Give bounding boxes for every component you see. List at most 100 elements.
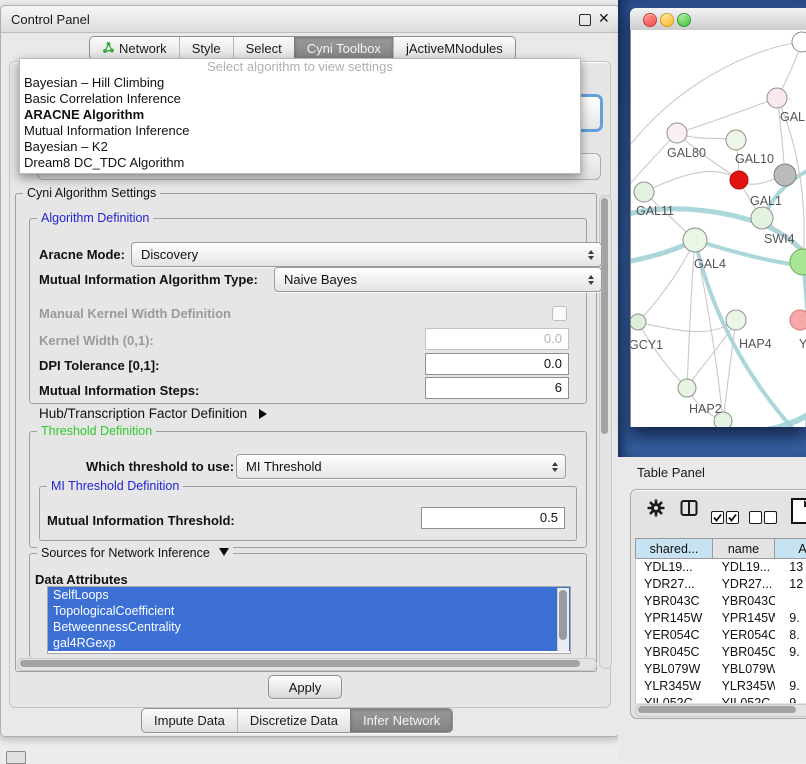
scrollbar-thumb[interactable] bbox=[559, 590, 567, 640]
gear-icon[interactable] bbox=[647, 499, 665, 522]
settings-horizontal-scrollbar[interactable] bbox=[17, 658, 597, 671]
attribute-item[interactable]: BetweennessCentrality bbox=[48, 619, 570, 635]
unchecked-checkbox-icon[interactable] bbox=[749, 511, 762, 524]
algorithm-option[interactable]: Mutual Information Inference bbox=[20, 123, 580, 139]
node-label: HAP4 bbox=[739, 337, 772, 351]
network-node-gal10[interactable] bbox=[726, 130, 746, 150]
network-node-hap4[interactable] bbox=[726, 310, 746, 330]
split-view-icon[interactable] bbox=[680, 499, 698, 522]
network-node-gal11[interactable] bbox=[634, 182, 654, 202]
algorithm-option[interactable]: Basic Correlation Inference bbox=[20, 91, 580, 107]
network-node-gray[interactable] bbox=[774, 164, 796, 186]
mi-threshold-field[interactable]: 0.5 bbox=[421, 507, 565, 529]
network-node-selected-red[interactable] bbox=[730, 171, 748, 189]
table-row[interactable]: YBL079W YBL079W bbox=[636, 661, 806, 678]
data-attributes-list[interactable]: SelfLoops TopologicalCoefficient Between… bbox=[47, 586, 571, 654]
table-row[interactable]: YPR145W YPR145W 9. bbox=[636, 610, 806, 627]
cell: YIL052C bbox=[636, 695, 714, 703]
attribute-item[interactable]: TopologicalCoefficient bbox=[48, 603, 570, 619]
float-panel-icon[interactable] bbox=[579, 14, 591, 26]
algorithm-option[interactable]: Bayesian – K2 bbox=[20, 139, 580, 155]
checked-checkbox-icon[interactable] bbox=[726, 511, 739, 524]
network-node-pink[interactable] bbox=[790, 310, 806, 330]
tab-impute-data[interactable]: Impute Data bbox=[142, 709, 237, 732]
close-icon[interactable]: ✕ bbox=[598, 10, 610, 27]
hub-factor-expander[interactable]: Hub/Transcription Factor Definition bbox=[39, 406, 267, 421]
cell: YIL052C bbox=[714, 695, 776, 703]
attribute-list-scrollbar[interactable] bbox=[557, 588, 569, 652]
table-row[interactable]: YER054C YER054C 8. bbox=[636, 627, 806, 644]
network-node[interactable] bbox=[767, 88, 787, 108]
table-row[interactable]: YLR345W YLR345W 9. bbox=[636, 678, 806, 695]
apply-button[interactable]: Apply bbox=[268, 675, 342, 699]
attribute-item[interactable]: gal4RGexp bbox=[48, 635, 570, 651]
network-node-gal80[interactable] bbox=[667, 123, 687, 143]
tab-network[interactable]: Network bbox=[90, 37, 179, 60]
kernel-width-field: 0.0 bbox=[425, 328, 569, 350]
hub-factor-label: Hub/Transcription Factor Definition bbox=[39, 406, 247, 421]
node-table: shared... name A YDL19... YDL19... 13 YD… bbox=[635, 538, 806, 703]
scrollbar-thumb[interactable] bbox=[638, 706, 796, 713]
tab-jactivemnodules[interactable]: jActiveMNodules bbox=[393, 37, 515, 60]
mi-algorithm-type-combo[interactable]: Naive Bayes bbox=[274, 267, 602, 292]
scrollbar-thumb[interactable] bbox=[20, 660, 580, 667]
tab-cyni-toolbox[interactable]: Cyni Toolbox bbox=[294, 37, 393, 60]
algorithm-option-selected[interactable]: ARACNE Algorithm bbox=[20, 107, 580, 123]
maximize-traffic-light[interactable] bbox=[677, 13, 691, 27]
tab-select[interactable]: Select bbox=[233, 37, 294, 60]
minimize-traffic-light[interactable] bbox=[660, 13, 674, 27]
column-header-partial[interactable]: A bbox=[775, 538, 806, 559]
which-threshold-combo[interactable]: MI Threshold bbox=[236, 454, 566, 479]
minimized-panel-icon[interactable] bbox=[6, 751, 26, 764]
mi-steps-field[interactable]: 6 bbox=[425, 377, 569, 399]
cell: YLR345W bbox=[714, 678, 776, 695]
network-node-gal4[interactable] bbox=[683, 228, 707, 252]
tab-discretize-data[interactable]: Discretize Data bbox=[237, 709, 350, 732]
network-node-green[interactable] bbox=[790, 249, 806, 275]
table-body[interactable]: YDL19... YDL19... 13 YDR27... YDR27... 1… bbox=[635, 559, 806, 703]
tab-label: jActiveMNodules bbox=[406, 41, 503, 56]
algorithm-option[interactable]: Dream8 DC_TDC Algorithm bbox=[20, 155, 580, 171]
table-row[interactable]: YIL052C YIL052C 9 bbox=[636, 695, 806, 703]
cell: 9. bbox=[775, 610, 806, 627]
network-node[interactable] bbox=[792, 32, 806, 52]
tab-label: Style bbox=[192, 41, 221, 56]
table-row[interactable]: YBR043C YBR043C bbox=[636, 593, 806, 610]
close-traffic-light[interactable] bbox=[643, 13, 657, 27]
sources-title: Sources for Network Inference bbox=[41, 546, 210, 560]
network-icon bbox=[102, 41, 115, 57]
sources-expander[interactable]: Sources for Network Inference bbox=[37, 546, 233, 560]
node-label: GAL4 bbox=[694, 257, 726, 271]
tab-style[interactable]: Style bbox=[179, 37, 233, 60]
attribute-item[interactable]: SelfLoops bbox=[48, 587, 570, 603]
scrollbar-thumb[interactable] bbox=[601, 198, 608, 434]
network-node-gcy1[interactable] bbox=[631, 314, 646, 330]
dpi-tolerance-field[interactable]: 0.0 bbox=[425, 353, 569, 375]
checked-checkbox-icon[interactable] bbox=[711, 511, 724, 524]
unchecked-checkbox-icon[interactable] bbox=[764, 511, 777, 524]
table-row[interactable]: YDL19... YDL19... 13 bbox=[636, 559, 806, 576]
cell: YBR043C bbox=[636, 593, 714, 610]
column-header-name[interactable]: name bbox=[713, 538, 775, 559]
node-label: SWI4 bbox=[764, 232, 795, 246]
network-canvas[interactable]: GAL GAL80 GAL10 GAL1 GAL11 SWI4 GAL4 GCY… bbox=[630, 30, 806, 427]
network-node-swi4[interactable] bbox=[751, 207, 773, 229]
document-icon[interactable] bbox=[791, 498, 806, 524]
tab-label: Network bbox=[119, 41, 167, 56]
aracne-mode-label: Aracne Mode: bbox=[39, 247, 125, 262]
algorithm-option[interactable]: Bayesian – Hill Climbing bbox=[20, 75, 580, 91]
cell: 9. bbox=[775, 678, 806, 695]
table-row[interactable]: YDR27... YDR27... 12 bbox=[636, 576, 806, 593]
tab-label: Cyni Toolbox bbox=[307, 41, 381, 56]
aracne-mode-combo[interactable]: Discovery bbox=[131, 242, 602, 267]
table-row[interactable]: YBR045C YBR045C 9. bbox=[636, 644, 806, 661]
cell: YBR043C bbox=[714, 593, 776, 610]
tab-infer-network[interactable]: Infer Network bbox=[350, 709, 452, 732]
column-header-shared-name[interactable]: shared... bbox=[635, 538, 713, 559]
panel-title: Control Panel bbox=[11, 12, 90, 27]
settings-vertical-scrollbar[interactable] bbox=[599, 195, 612, 669]
network-node-hap2[interactable] bbox=[678, 379, 696, 397]
cell: 9 bbox=[775, 695, 806, 703]
table-panel-region: Table Panel bbox=[618, 457, 806, 762]
table-horizontal-scrollbar[interactable] bbox=[635, 704, 806, 717]
